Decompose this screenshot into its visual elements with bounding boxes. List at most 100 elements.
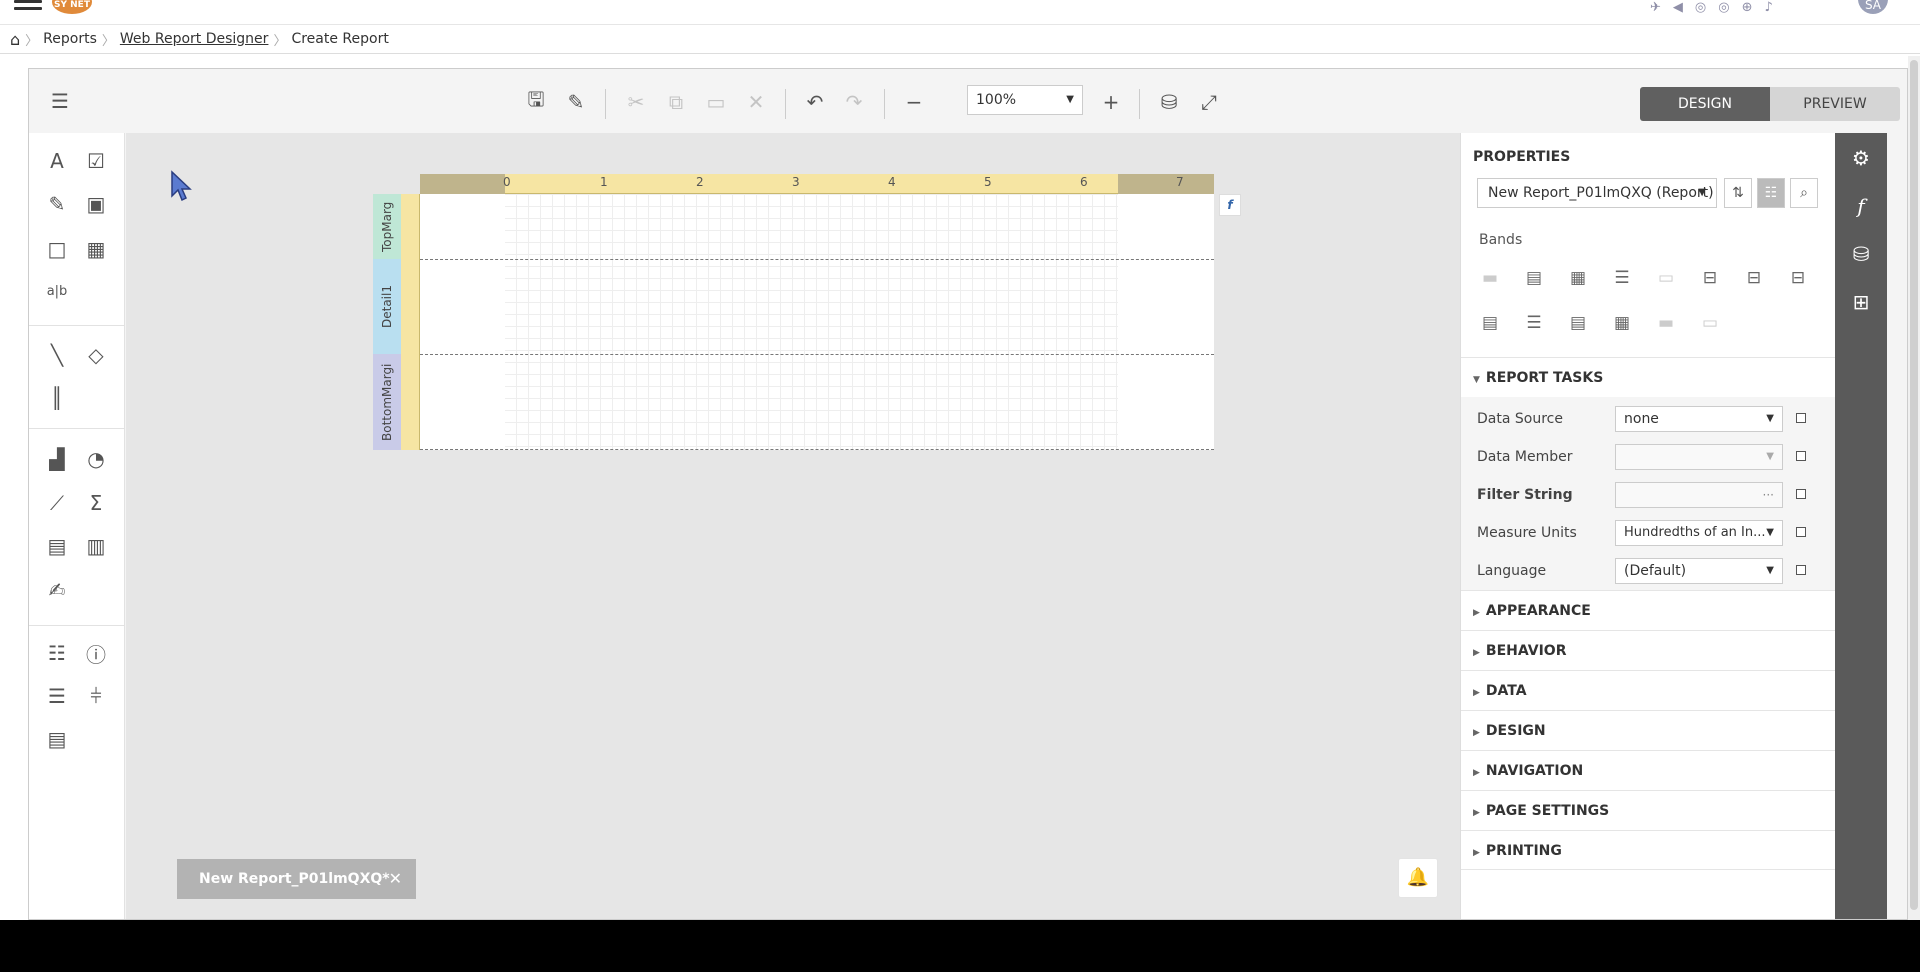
sparkline-tool-icon[interactable]: ⟋: [42, 488, 72, 518]
breadcrumb-web-report-designer[interactable]: Web Report Designer: [120, 31, 269, 47]
character-comb-tool-icon[interactable]: a|b: [42, 276, 72, 306]
globe-icon[interactable]: ⊕: [1742, 0, 1753, 15]
top-margin-band-icon[interactable]: ▬: [1477, 265, 1503, 291]
categories-icon[interactable]: ☷: [1757, 178, 1785, 208]
help-icon[interactable]: ◎: [1695, 0, 1706, 15]
section-appearance[interactable]: ▶ APPEARANCE: [1461, 590, 1835, 630]
redo-icon[interactable]: ↷: [840, 88, 868, 116]
table-tool-icon[interactable]: ▦: [81, 234, 111, 264]
fullscreen-icon[interactable]: ⤢: [1195, 88, 1223, 116]
gauge-tool-icon[interactable]: ◔: [81, 444, 111, 474]
chevron-down-icon: ▼: [1766, 413, 1774, 424]
measure-units-checkbox[interactable]: [1796, 527, 1806, 537]
barcode-tool-icon[interactable]: ║: [42, 383, 72, 413]
section-design[interactable]: ▶ DESIGN: [1461, 710, 1835, 750]
zoom-in-icon[interactable]: +: [1097, 88, 1125, 116]
document-tab[interactable]: New Report_P01lmQXQ* ✕: [177, 859, 416, 899]
line-tool-icon[interactable]: ╲: [42, 340, 72, 370]
group-footer-band-icon[interactable]: ⊟: [1741, 265, 1767, 291]
page-header-band-icon[interactable]: ▦: [1565, 265, 1591, 291]
expression-icon[interactable]: f: [1219, 194, 1241, 216]
ellipsis-icon[interactable]: ···: [1763, 483, 1774, 507]
search-icon[interactable]: ⌕: [1790, 178, 1818, 208]
bell-icon[interactable]: 🔔: [1398, 858, 1438, 898]
section-navigation[interactable]: ▶ NAVIGATION: [1461, 750, 1835, 790]
page-info-tool-icon[interactable]: ⓘ: [81, 638, 111, 668]
breadcrumb-reports[interactable]: Reports: [43, 31, 97, 47]
section-page-settings[interactable]: ▶ PAGE SETTINGS: [1461, 790, 1835, 830]
notification-off-icon[interactable]: ✈: [1650, 0, 1661, 15]
group-header-band-icon[interactable]: ☰: [1609, 265, 1635, 291]
language-select[interactable]: (Default) ▼: [1615, 558, 1783, 584]
toc-tool-icon[interactable]: ☷: [42, 638, 72, 668]
gear-icon[interactable]: ⚙: [1835, 138, 1887, 178]
data-source-checkbox[interactable]: [1796, 413, 1806, 423]
filter-string-checkbox[interactable]: [1796, 489, 1806, 499]
cross-band-box-tool-icon[interactable]: ▤: [42, 724, 72, 754]
section-behavior[interactable]: ▶ BEHAVIOR: [1461, 630, 1835, 670]
function-icon[interactable]: f: [1835, 186, 1887, 226]
validate-icon[interactable]: ⛁: [1155, 88, 1183, 116]
menu-icon[interactable]: ☰: [46, 87, 74, 115]
checkbox-tool-icon[interactable]: ☑: [81, 146, 111, 176]
section-data[interactable]: ▶ DATA: [1461, 670, 1835, 710]
subreport-tool-icon[interactable]: ▤: [42, 531, 72, 561]
panel-tool-icon[interactable]: □: [42, 234, 72, 264]
report-header-band-icon[interactable]: ▤: [1521, 265, 1547, 291]
close-icon[interactable]: ✕: [389, 859, 402, 899]
summary-tool-icon[interactable]: Σ: [81, 488, 111, 518]
vertical-detail-band-icon[interactable]: ▦: [1609, 310, 1635, 336]
delete-icon[interactable]: ✕: [742, 88, 770, 116]
chart-tool-icon[interactable]: ▟: [42, 444, 72, 474]
copy-icon[interactable]: ⧉: [662, 88, 690, 116]
caret-right-icon: ▶: [1473, 608, 1480, 618]
tag-icon[interactable]: ◀: [1673, 0, 1683, 15]
sort-icon[interactable]: ⇅: [1724, 178, 1752, 208]
language-checkbox[interactable]: [1796, 565, 1806, 575]
bell-icon[interactable]: ♪: [1765, 0, 1773, 15]
page-break-tool-icon[interactable]: ☰: [42, 681, 72, 711]
undo-icon[interactable]: ↶: [801, 88, 829, 116]
sub-band-icon[interactable]: ☰: [1521, 310, 1547, 336]
picture-tool-icon[interactable]: ▣: [81, 189, 111, 219]
zoom-out-icon[interactable]: −: [900, 88, 928, 116]
save-icon[interactable]: 🖫: [522, 87, 550, 116]
signature-tool-icon[interactable]: ✍: [42, 575, 72, 605]
richtext-tool-icon[interactable]: ✎: [42, 189, 72, 219]
component-selector[interactable]: New Report_P01lmQXQ (Report) ▼: [1477, 178, 1717, 208]
band-detail[interactable]: Detail1: [373, 259, 401, 354]
filter-string-field[interactable]: ···: [1615, 482, 1783, 508]
measure-units-select[interactable]: Hundredths of an In... ▼: [1615, 520, 1783, 546]
main-menu-icon[interactable]: [14, 0, 42, 14]
data-source-select[interactable]: none ▼: [1615, 406, 1783, 432]
shape-tool-icon[interactable]: ◇: [81, 340, 111, 370]
design-button[interactable]: DESIGN: [1640, 87, 1770, 121]
home-icon[interactable]: ⌂: [10, 30, 20, 49]
section-report-tasks[interactable]: ▼ REPORT TASKS: [1461, 357, 1835, 397]
cross-band-line-tool-icon[interactable]: ⫩: [81, 681, 111, 711]
vertical-header-band-icon[interactable]: ▤: [1565, 310, 1591, 336]
data-member-select[interactable]: ▼: [1615, 444, 1783, 470]
edit-icon[interactable]: ✎: [562, 88, 590, 116]
preview-button[interactable]: PREVIEW: [1770, 87, 1900, 121]
data-member-checkbox[interactable]: [1796, 451, 1806, 461]
report-explorer-icon[interactable]: ⊞: [1835, 282, 1887, 322]
info-icon[interactable]: ◎: [1718, 0, 1729, 15]
label-tool-icon[interactable]: A: [42, 146, 72, 176]
paste-icon[interactable]: ▭: [702, 88, 730, 116]
section-printing[interactable]: ▶ PRINTING: [1461, 830, 1835, 870]
detail-band-icon[interactable]: ▭: [1653, 265, 1679, 291]
detail-report-band-icon[interactable]: ⊟: [1697, 265, 1723, 291]
report-footer-band-icon[interactable]: ⊟: [1785, 265, 1811, 291]
vertical-total-band-icon[interactable]: ▬: [1653, 310, 1679, 336]
database-icon[interactable]: ⛁: [1835, 234, 1887, 274]
page-scrollbar[interactable]: [1908, 56, 1920, 920]
report-page[interactable]: [420, 194, 1214, 450]
band-top-margin[interactable]: TopMarg: [373, 194, 401, 259]
band-bottom-margin[interactable]: BottomMargi: [373, 354, 401, 450]
bottom-margin-band-icon[interactable]: ▭: [1697, 310, 1723, 336]
zoom-select[interactable]: 100% ▼: [967, 85, 1083, 115]
page-footer-band-icon[interactable]: ▤: [1477, 310, 1503, 336]
cut-icon[interactable]: ✂: [622, 88, 650, 116]
pdf-content-tool-icon[interactable]: ▥: [81, 531, 111, 561]
